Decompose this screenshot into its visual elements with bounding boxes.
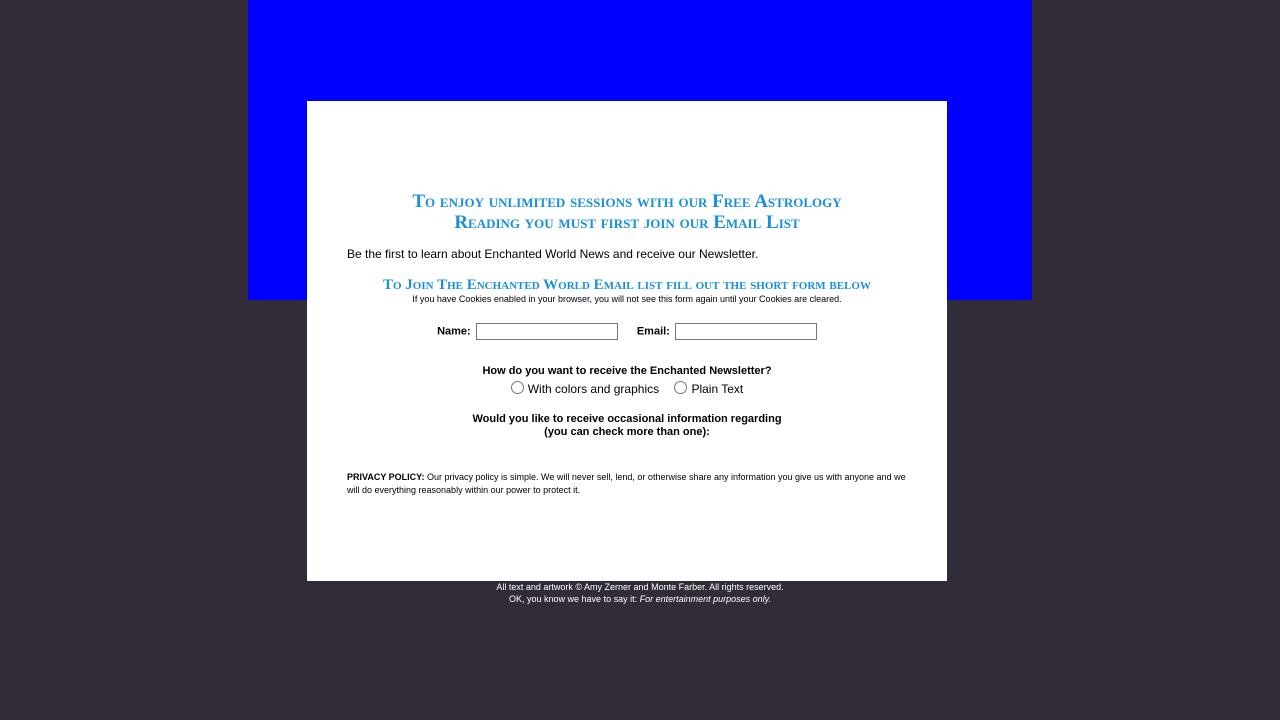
privacy-text: Our privacy policy is simple. We will ne… — [347, 472, 906, 495]
disclaimer-text: OK, you know we have to say it: For ente… — [0, 593, 1280, 605]
format-options: With colors and graphics Plain Text — [307, 381, 947, 396]
info-question-line-2: (you can check more than one): — [544, 426, 710, 438]
form-heading-line-2: Reading you must first join our Email Li… — [454, 212, 800, 233]
copyright-text: All text and artwork © Amy Zerner and Mo… — [496, 582, 784, 592]
form-heading-line-1: To enjoy unlimited sessions with our Fre… — [412, 191, 842, 212]
name-label: Name: — [437, 325, 471, 338]
format-question: How do you want to receive the Enchanted… — [482, 365, 772, 377]
info-question: Would you like to receive occasional inf… — [307, 413, 947, 439]
disclaimer-prefix: OK, you know we have to say it: — [509, 594, 640, 604]
cookie-note: If you have Cookies enabled in your brow… — [412, 294, 842, 304]
intro-text: Be the first to learn about Enchanted Wo… — [347, 247, 759, 261]
format-radio-colors[interactable] — [510, 381, 524, 394]
info-question-line-1: Would you like to receive occasional inf… — [472, 413, 782, 425]
format-option-colors-label: With colors and graphics — [527, 382, 660, 396]
privacy-label: PRIVACY POLICY: — [347, 472, 425, 482]
signup-form-panel: To enjoy unlimited sessions with our Fre… — [307, 101, 947, 581]
contact-fields: Name: Email: — [307, 323, 947, 340]
email-input[interactable] — [674, 323, 817, 340]
footer: All text and artwork © Amy Zerner and Mo… — [0, 581, 1280, 605]
name-input[interactable] — [475, 323, 618, 340]
form-heading: To enjoy unlimited sessions with our Fre… — [307, 191, 947, 233]
privacy-policy: PRIVACY POLICY: Our privacy policy is si… — [347, 471, 907, 497]
disclaimer-italic: For entertainment purposes only. — [639, 594, 771, 604]
format-option-plain[interactable]: Plain Text — [674, 381, 744, 396]
email-label: Email: — [636, 325, 670, 338]
format-option-colors[interactable]: With colors and graphics — [510, 381, 663, 396]
format-radio-plain[interactable] — [674, 381, 688, 394]
format-option-plain-label: Plain Text — [691, 382, 744, 396]
form-subheading: To Join The Enchanted World Email list f… — [383, 277, 871, 293]
